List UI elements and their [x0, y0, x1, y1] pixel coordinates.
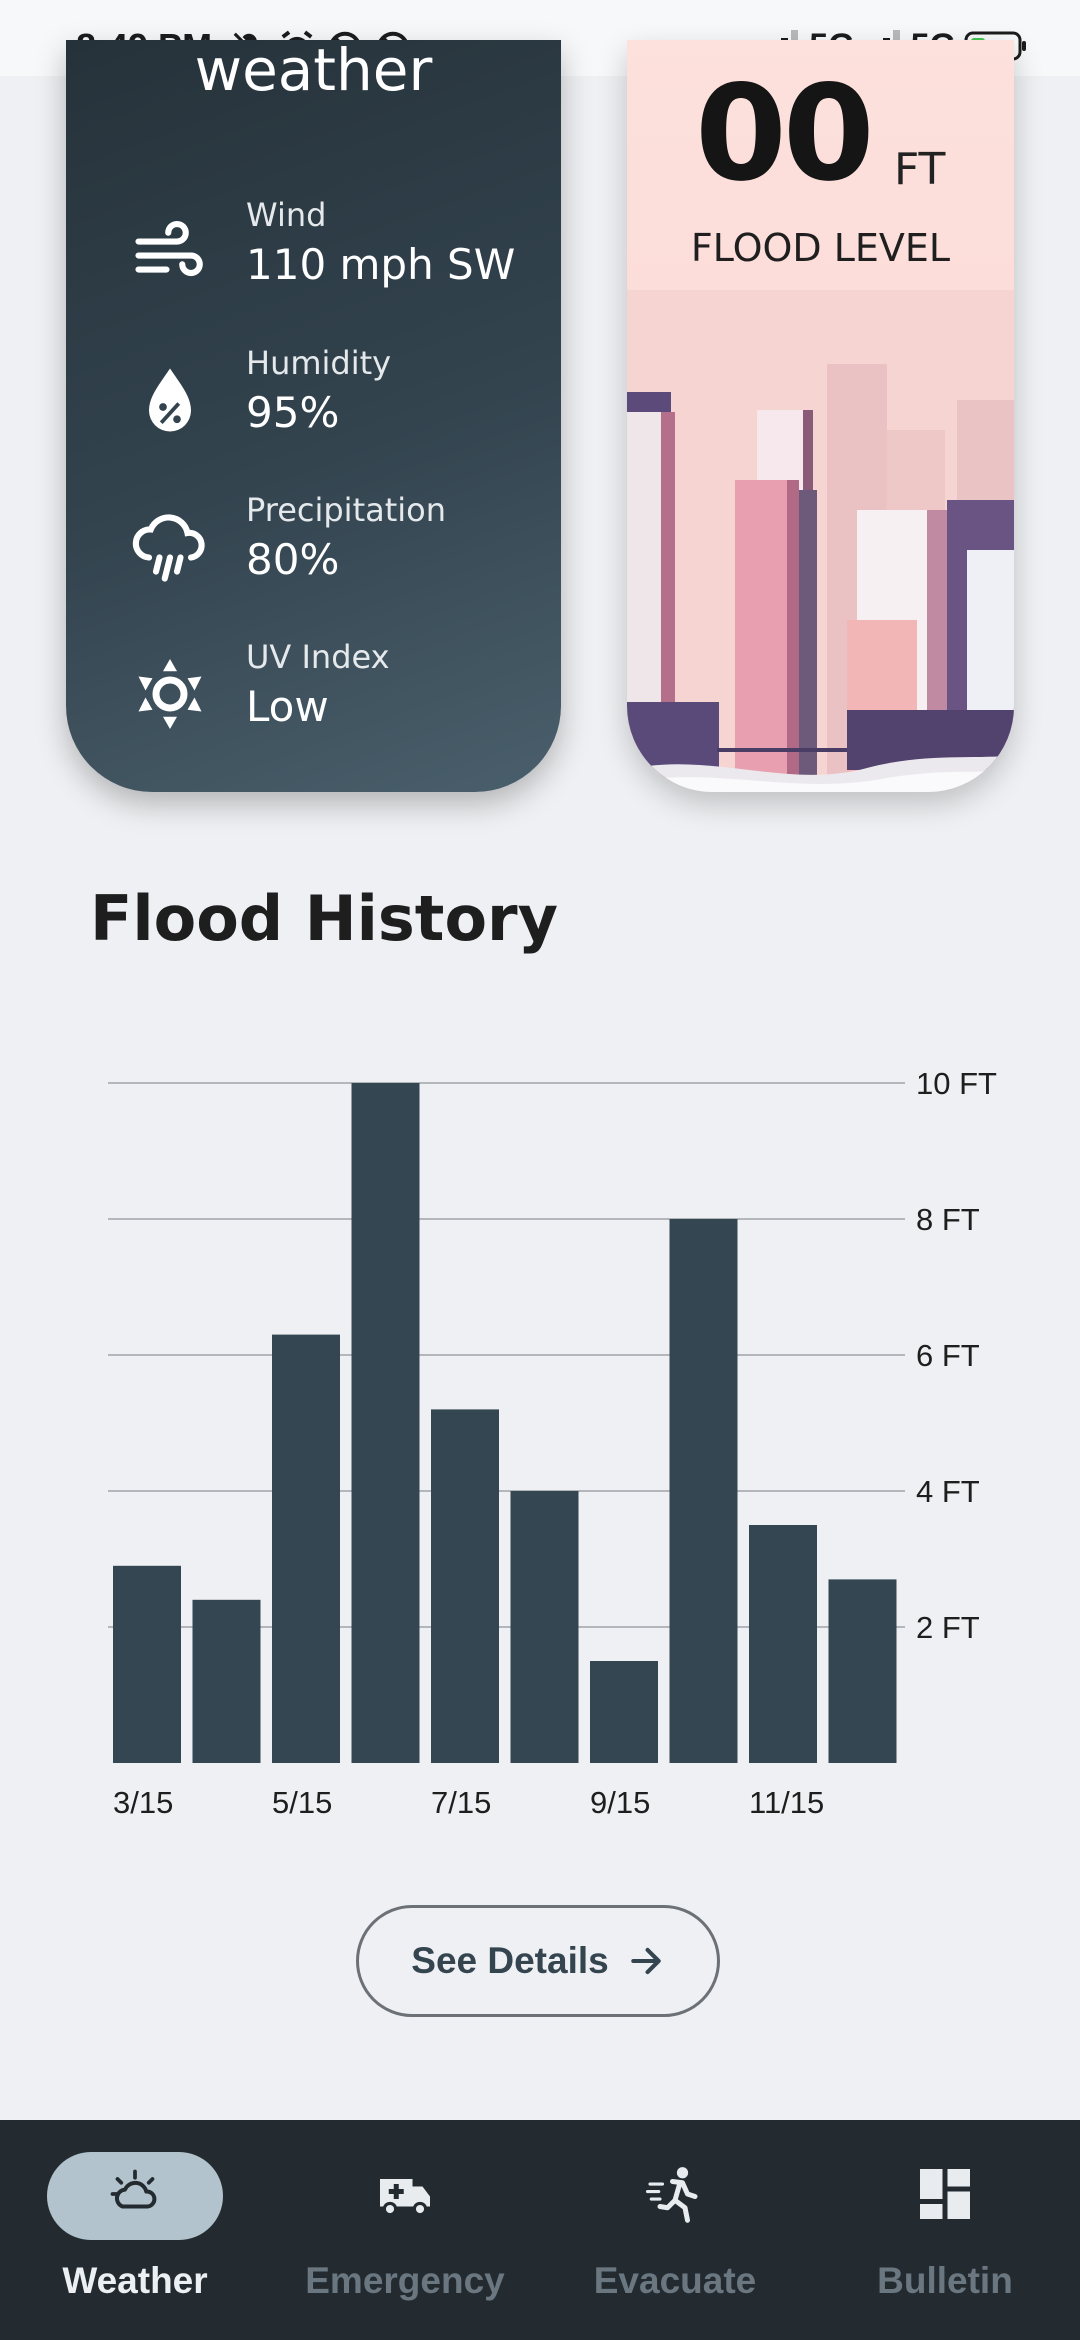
bar [590, 1661, 658, 1763]
weather-item-wind: Wind 110 mph SW [66, 196, 561, 316]
weather-item-label: Wind [246, 196, 327, 234]
city-skyline-illustration [627, 290, 1014, 792]
nav-item-weather[interactable]: Weather [0, 2120, 270, 2340]
nav-label: Weather [62, 2260, 208, 2301]
nav-item-bulletin[interactable]: Bulletin [810, 2120, 1080, 2340]
humidity-drop-icon [149, 368, 191, 432]
x-tick-label: 11/15 [749, 1785, 824, 1820]
bar [510, 1491, 579, 1763]
nav-label: Evacuate [593, 2260, 757, 2301]
weather-item-precipitation: Precipitation 80% [66, 491, 561, 611]
flood-level-card[interactable]: 00 FT FLOOD LEVEL [627, 40, 1014, 792]
wind-icon [135, 220, 203, 277]
weather-item-label: UV Index [246, 638, 390, 676]
see-details-label: See Details [411, 1940, 609, 1981]
nav-label: Emergency [305, 2260, 505, 2301]
nav-item-emergency[interactable]: Emergency [270, 2120, 540, 2340]
bar [431, 1409, 499, 1763]
flood-history-chart: 2 FT 4 FT 6 FT 8 FT 10 FT 3/15 5/15 7/15 9/15 11/… [108, 1066, 997, 1820]
bar [192, 1599, 261, 1763]
flood-level-label: FLOOD LEVEL [690, 226, 951, 270]
bar [749, 1525, 817, 1763]
x-tick-label: 7/15 [431, 1785, 491, 1820]
flood-level-unit: FT [894, 144, 946, 195]
weather-partly-cloudy-icon [110, 2169, 157, 2209]
sun-icon [138, 659, 202, 729]
running-person-icon [645, 2167, 698, 2223]
bottom-navigation: Weather Emergency Evacuate Bulletin [0, 2120, 1080, 2340]
y-tick-label: 6 FT [916, 1338, 980, 1373]
weather-item-value: 110 mph SW [246, 240, 516, 289]
bar [828, 1579, 897, 1763]
weather-item-label: Humidity [246, 344, 392, 382]
y-tick-label: 10 FT [916, 1066, 997, 1101]
flood-level-value: 00 [695, 57, 875, 211]
weather-card[interactable]: weather Wind 110 mph SW Humidity 95% Pre… [66, 40, 561, 792]
y-tick-label: 4 FT [916, 1474, 980, 1509]
rain-cloud-icon [132, 514, 205, 582]
dashboard-icon [920, 2169, 970, 2219]
see-details-button[interactable]: See Details [356, 1905, 720, 2017]
weather-item-value: 80% [246, 535, 340, 584]
nav-label: Bulletin [877, 2260, 1013, 2301]
weather-item-value: 95% [246, 388, 340, 437]
bar [272, 1334, 340, 1763]
bar [113, 1565, 181, 1763]
x-tick-label: 5/15 [272, 1785, 332, 1820]
weather-item-value: Low [246, 682, 329, 731]
y-tick-label: 8 FT [916, 1202, 980, 1237]
ambulance-icon [380, 2179, 430, 2217]
weather-item-humidity: Humidity 95% [66, 344, 561, 464]
weather-item-uv-index: UV Index Low [66, 638, 561, 758]
weather-item-label: Precipitation [246, 491, 447, 529]
bar [351, 1083, 420, 1763]
weather-card-title: weather [194, 40, 433, 104]
flood-history-title: Flood History [90, 882, 559, 955]
nav-item-evacuate[interactable]: Evacuate [540, 2120, 810, 2340]
x-tick-label: 3/15 [113, 1785, 173, 1820]
bar [669, 1219, 738, 1763]
y-tick-label: 2 FT [916, 1610, 980, 1645]
arrow-right-icon [630, 1947, 661, 1975]
x-tick-label: 9/15 [590, 1785, 650, 1820]
